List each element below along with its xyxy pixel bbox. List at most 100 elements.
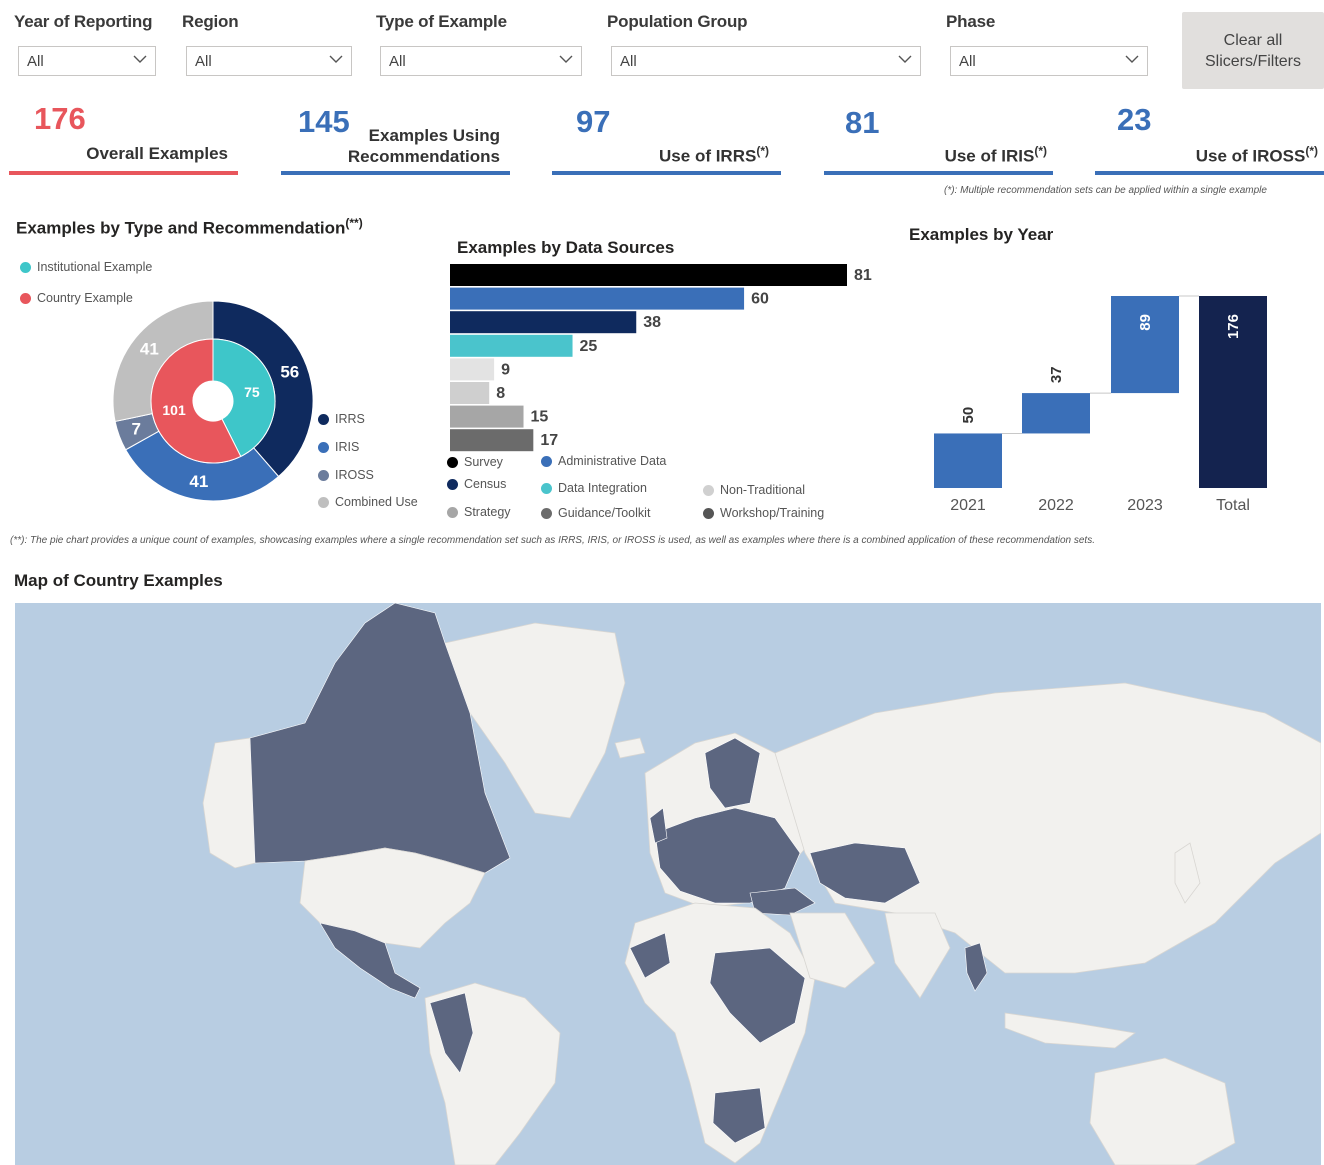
slicer-region: Region [182,12,239,32]
slicer-type: Type of Example [376,12,507,32]
x-axis-tick-label: 2021 [950,497,986,514]
bar-workshop-training[interactable] [450,429,534,452]
kpi-irrs: 97 Use of IRRS(*) [552,95,781,175]
chevron-down-icon [559,55,573,63]
bar-non-traditional[interactable] [450,358,495,381]
chevron-down-icon [329,55,343,63]
legend-dot [541,483,552,495]
donut-title-text: Examples by Type and Recommendation [16,218,346,238]
waterfall-data-label: 37 [1048,366,1065,383]
bar-survey[interactable] [450,264,847,286]
world-map[interactable] [15,603,1321,1165]
slicer-title: Year of Reporting [14,12,153,31]
bar-data-label: 60 [751,291,769,308]
type-dropdown[interactable]: All [380,46,582,76]
map-title: Map of Country Examples [14,571,223,590]
legend-dot [703,508,714,520]
kpi-label-sup: (*) [1305,144,1318,158]
pie-footnote: (**): The pie chart provides a unique co… [10,535,1095,546]
outer-data-label: 56 [280,362,299,381]
inner-data-label: 101 [162,402,186,418]
waterfall-bar-2023[interactable] [1111,296,1179,394]
legend-item-admin[interactable]: Administrative Data [541,454,666,468]
legend-item-iross[interactable]: IROSS [318,468,374,482]
donut-panel: Examples by Type and Recommendation(**) … [8,208,426,526]
legend-item-workshop[interactable]: Workshop/Training [703,506,824,520]
legend-item-nontraditional[interactable]: Non-Traditional [703,483,805,497]
kpi-footnote: (*): Multiple recommendation sets can be… [944,185,1267,196]
slicer-phase: Phase [946,12,995,32]
data-sources-panel: Examples by Data Sources 81 60 38 25 9 8 15 17 … [432,210,872,526]
bar-data-integration[interactable] [450,334,573,357]
dropdown-value: All [959,53,976,70]
map-panel[interactable] [15,603,1321,1165]
outer-data-label: 41 [189,472,208,491]
legend-item-iris[interactable]: IRIS [318,440,359,454]
bar-census[interactable] [450,311,637,334]
map-land-australia [1089,1057,1236,1165]
kpi-value: 176 [34,101,86,136]
outer-data-label: 7 [131,420,140,439]
slicer-title: Region [182,12,239,31]
bar-strategy[interactable] [450,382,490,404]
clear-filters-button[interactable]: Clear all Slicers/Filters [1182,12,1324,89]
legend-dot [318,470,329,482]
kpi-recommendations: 145 Examples Using Recommendations [281,95,510,175]
legend-item-strategy[interactable]: Strategy [447,505,511,519]
legend-dot [541,456,552,468]
bar-data-label: 15 [531,409,549,426]
legend-label: Strategy [464,505,511,519]
population-dropdown[interactable]: All [611,46,921,76]
year-waterfall-chart: 50 2021 37 2022 89 2023 176 Total [934,295,1267,514]
legend-item-guidance[interactable]: Guidance/Toolkit [541,506,650,520]
bar-administrative-data[interactable] [450,287,745,310]
legend-label: Guidance/Toolkit [558,506,651,520]
kpi-underline [9,171,238,175]
legend-label: Workshop/Training [720,506,825,520]
map-land-india [884,912,951,999]
slicer-title: Population Group [607,12,748,31]
legend-dot [447,457,458,469]
bar-guidance-toolkit[interactable] [450,405,524,428]
waterfall-data-label: 50 [960,407,977,424]
region-dropdown[interactable]: All [186,46,352,76]
legend-label: Combined Use [335,495,418,509]
data-sources-bar-chart: 81 60 38 25 9 8 15 17 [450,264,872,452]
legend-label: Survey [464,455,503,469]
phase-dropdown[interactable]: All [950,46,1148,76]
legend-item-census[interactable]: Census [447,477,506,491]
kpi-label-text: Use of IROSS [1195,146,1306,166]
legend-dot [318,442,329,454]
legend-label: IROSS [335,468,374,482]
legend-dot [318,414,329,426]
kpi-iross: 23 Use of IROSS(*) [1095,95,1324,175]
legend-item-integration[interactable]: Data Integration [541,481,647,495]
legend-dot [703,485,714,497]
donut-title-sup: (**) [345,216,363,230]
kpi-value: 81 [845,105,880,140]
dropdown-value: All [195,53,212,70]
kpi-value: 97 [576,104,611,139]
legend-item-combined[interactable]: Combined Use [318,495,418,509]
waterfall-bar-2021[interactable] [934,433,1002,488]
legend-item-survey[interactable]: Survey [447,455,503,469]
legend-label: Non-Traditional [720,483,805,497]
clear-button-line1: Clear all [1223,32,1283,49]
donut-title: Examples by Type and Recommendation(**) [16,216,363,239]
bar-data-label: 81 [854,267,872,284]
x-axis-tick-label: Total [1216,497,1250,514]
waterfall-data-label: 89 [1137,314,1154,331]
legend-item-institutional[interactable]: Institutional Example [20,260,152,274]
inner-data-label: 75 [244,384,260,400]
outer-data-label: 41 [140,339,159,358]
kpi-label-line1: Examples Using [368,126,500,145]
map-land-indonesia [1004,1012,1136,1049]
kpi-underline [281,171,510,175]
waterfall-bar-2022[interactable] [1022,393,1090,434]
year-dropdown[interactable]: All [18,46,156,76]
map-land-iceland [614,737,646,759]
bar-data-label: 8 [496,385,505,402]
kpi-label: Use of IRIS(*) [945,141,1047,167]
legend-item-irrs[interactable]: IRRS [318,412,365,426]
slicer-population: Population Group [607,12,748,32]
